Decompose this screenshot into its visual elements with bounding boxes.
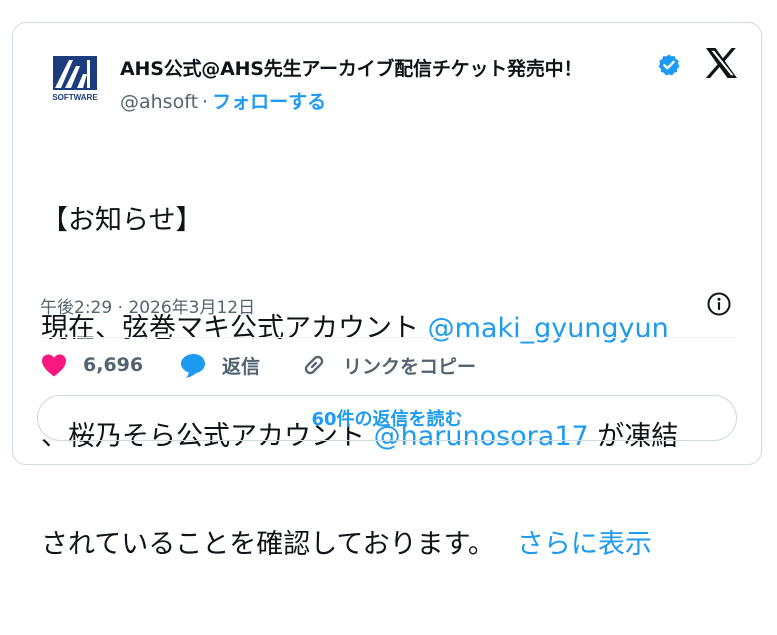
tweet-text-segment: されていることを確認しております。 <box>41 529 495 560</box>
tweet-timestamp[interactable]: 午後2:29 · 2026年3月12日 <box>40 293 255 318</box>
show-more-link[interactable]: さらに表示 <box>517 529 652 560</box>
author-display-name[interactable]: AHS公式@AHS先生アーカイブ配信チケット発売中！ <box>120 54 582 81</box>
tweet-heading: 【お知らせ】 <box>41 205 203 236</box>
avatar[interactable]: SOFTWARE <box>49 52 101 104</box>
info-icon[interactable] <box>706 291 732 317</box>
like-button[interactable]: 6,696 <box>39 349 143 381</box>
reply-label: 返信 <box>222 355 261 378</box>
author-handle[interactable]: @ahsoft <box>120 91 198 113</box>
copy-link-label: リンクをコピー <box>343 355 477 378</box>
tweet-line-1: 【お知らせ】 <box>41 203 751 239</box>
reply-button[interactable]: 返信 <box>178 349 260 381</box>
handle-separator: · <box>202 91 209 113</box>
reply-bubble-icon <box>181 354 205 378</box>
tweet-line-4: されていることを確認しております。 さらに表示 <box>41 527 751 563</box>
avatar-wordmark: SOFTWARE <box>52 93 98 102</box>
read-replies-button[interactable]: 60件の返信を読む <box>37 395 737 441</box>
follow-button[interactable]: フォローする <box>212 91 326 113</box>
ahs-software-logo-icon: SOFTWARE <box>49 52 101 104</box>
tweet-card: SOFTWARE AHS公式@AHS先生アーカイブ配信チケット発売中！ @ahs… <box>12 22 762 560</box>
x-logo-icon[interactable] <box>703 45 739 81</box>
author-handle-line: @ahsoft · フォローする <box>120 87 326 114</box>
like-count: 6,696 <box>83 354 144 376</box>
tweet-text: 【お知らせ】 現在、弦巻マキ公式アカウント @maki_gyungyun 、桜乃… <box>41 131 751 635</box>
link-icon <box>304 355 324 375</box>
heart-icon <box>42 354 66 377</box>
copy-link-button[interactable]: リンクをコピー <box>299 349 476 381</box>
verified-badge-icon[interactable] <box>657 53 681 77</box>
mention-link-maki[interactable]: @maki_gyungyun <box>428 313 669 344</box>
divider <box>40 337 736 338</box>
